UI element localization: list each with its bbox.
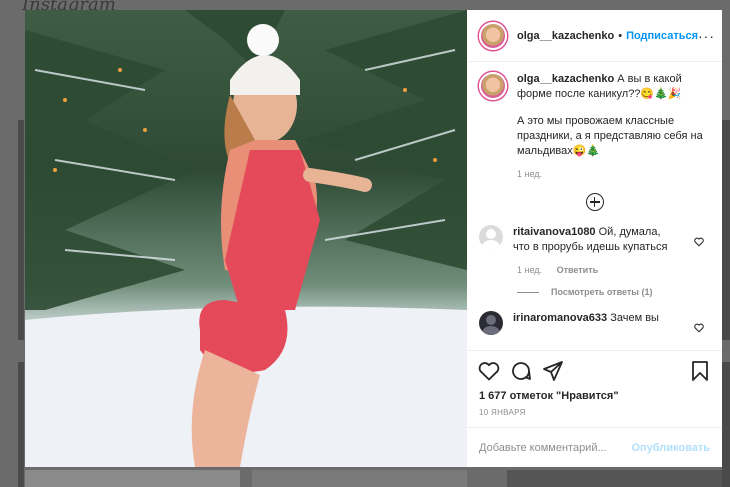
author-avatar[interactable] bbox=[479, 21, 507, 50]
share-icon[interactable] bbox=[541, 359, 565, 383]
commenter-avatar[interactable] bbox=[479, 225, 503, 249]
heart-icon[interactable] bbox=[477, 359, 501, 383]
comment-username[interactable]: ritaivanova1080 bbox=[513, 226, 596, 238]
post-sidebar: olga__kazachenko • Подписаться ··· olga_… bbox=[467, 10, 722, 467]
caption-time[interactable]: 1 нед. bbox=[517, 169, 542, 179]
likes-count[interactable]: 1 677 отметок "Нравится" bbox=[467, 390, 722, 402]
post-modal: olga__kazachenko • Подписаться ··· olga_… bbox=[25, 10, 722, 467]
post-comment-button[interactable]: Опубликовать bbox=[631, 442, 710, 454]
like-comment-heart-icon[interactable] bbox=[694, 323, 704, 333]
background-tile bbox=[722, 362, 730, 487]
caption: olga__kazachenko А вы в какой форме посл… bbox=[479, 72, 710, 159]
action-bar bbox=[467, 350, 722, 390]
post-header: olga__kazachenko • Подписаться ··· bbox=[467, 10, 722, 62]
view-replies-label: Посмотреть ответы (1) bbox=[551, 287, 653, 297]
background-tile bbox=[252, 470, 467, 487]
comment-icon[interactable] bbox=[509, 359, 533, 383]
commenter-avatar[interactable] bbox=[479, 311, 503, 335]
reply-button[interactable]: Ответить bbox=[557, 265, 599, 275]
bookmark-icon[interactable] bbox=[688, 359, 712, 383]
comment-text: Зачем вы bbox=[610, 312, 659, 324]
comment-item: ritaivanova1080 Ой, думала, что в проруб… bbox=[479, 225, 710, 297]
like-comment-heart-icon[interactable] bbox=[694, 237, 704, 247]
caption-username[interactable]: olga__kazachenko bbox=[517, 73, 614, 85]
more-options-icon[interactable]: ··· bbox=[698, 28, 715, 44]
caption-meta: 1 нед. bbox=[517, 169, 710, 179]
caption-text-line2: А это мы провожаем классные праздники, а… bbox=[517, 115, 703, 157]
post-date[interactable]: 10 ЯНВАРЯ bbox=[467, 408, 722, 417]
background-tile bbox=[18, 120, 24, 340]
background-tile bbox=[507, 470, 722, 487]
background-tile bbox=[722, 120, 730, 340]
plus-circle-icon[interactable] bbox=[585, 193, 604, 211]
background-tile bbox=[25, 470, 240, 487]
comment-username[interactable]: irinaromanova633 bbox=[513, 312, 607, 324]
caption-avatar[interactable] bbox=[479, 72, 507, 100]
comment-time[interactable]: 1 нед. bbox=[517, 265, 542, 275]
comment-item: irinaromanova633 Зачем вы bbox=[479, 311, 710, 335]
separator-dot: • bbox=[618, 29, 623, 42]
comment-input[interactable] bbox=[479, 441, 632, 454]
view-replies-button[interactable]: Посмотреть ответы (1) bbox=[517, 287, 710, 297]
load-more-comments[interactable] bbox=[479, 193, 710, 211]
follow-button[interactable]: Подписаться bbox=[626, 30, 698, 42]
post-photo[interactable] bbox=[25, 10, 467, 467]
photo-illustration bbox=[25, 10, 467, 467]
comments-section[interactable]: olga__kazachenko А вы в какой форме посл… bbox=[467, 62, 722, 350]
author-username[interactable]: olga__kazachenko bbox=[517, 30, 614, 42]
replies-line bbox=[517, 291, 539, 293]
add-comment-bar: Опубликовать bbox=[467, 427, 722, 467]
background-tile bbox=[18, 362, 24, 487]
